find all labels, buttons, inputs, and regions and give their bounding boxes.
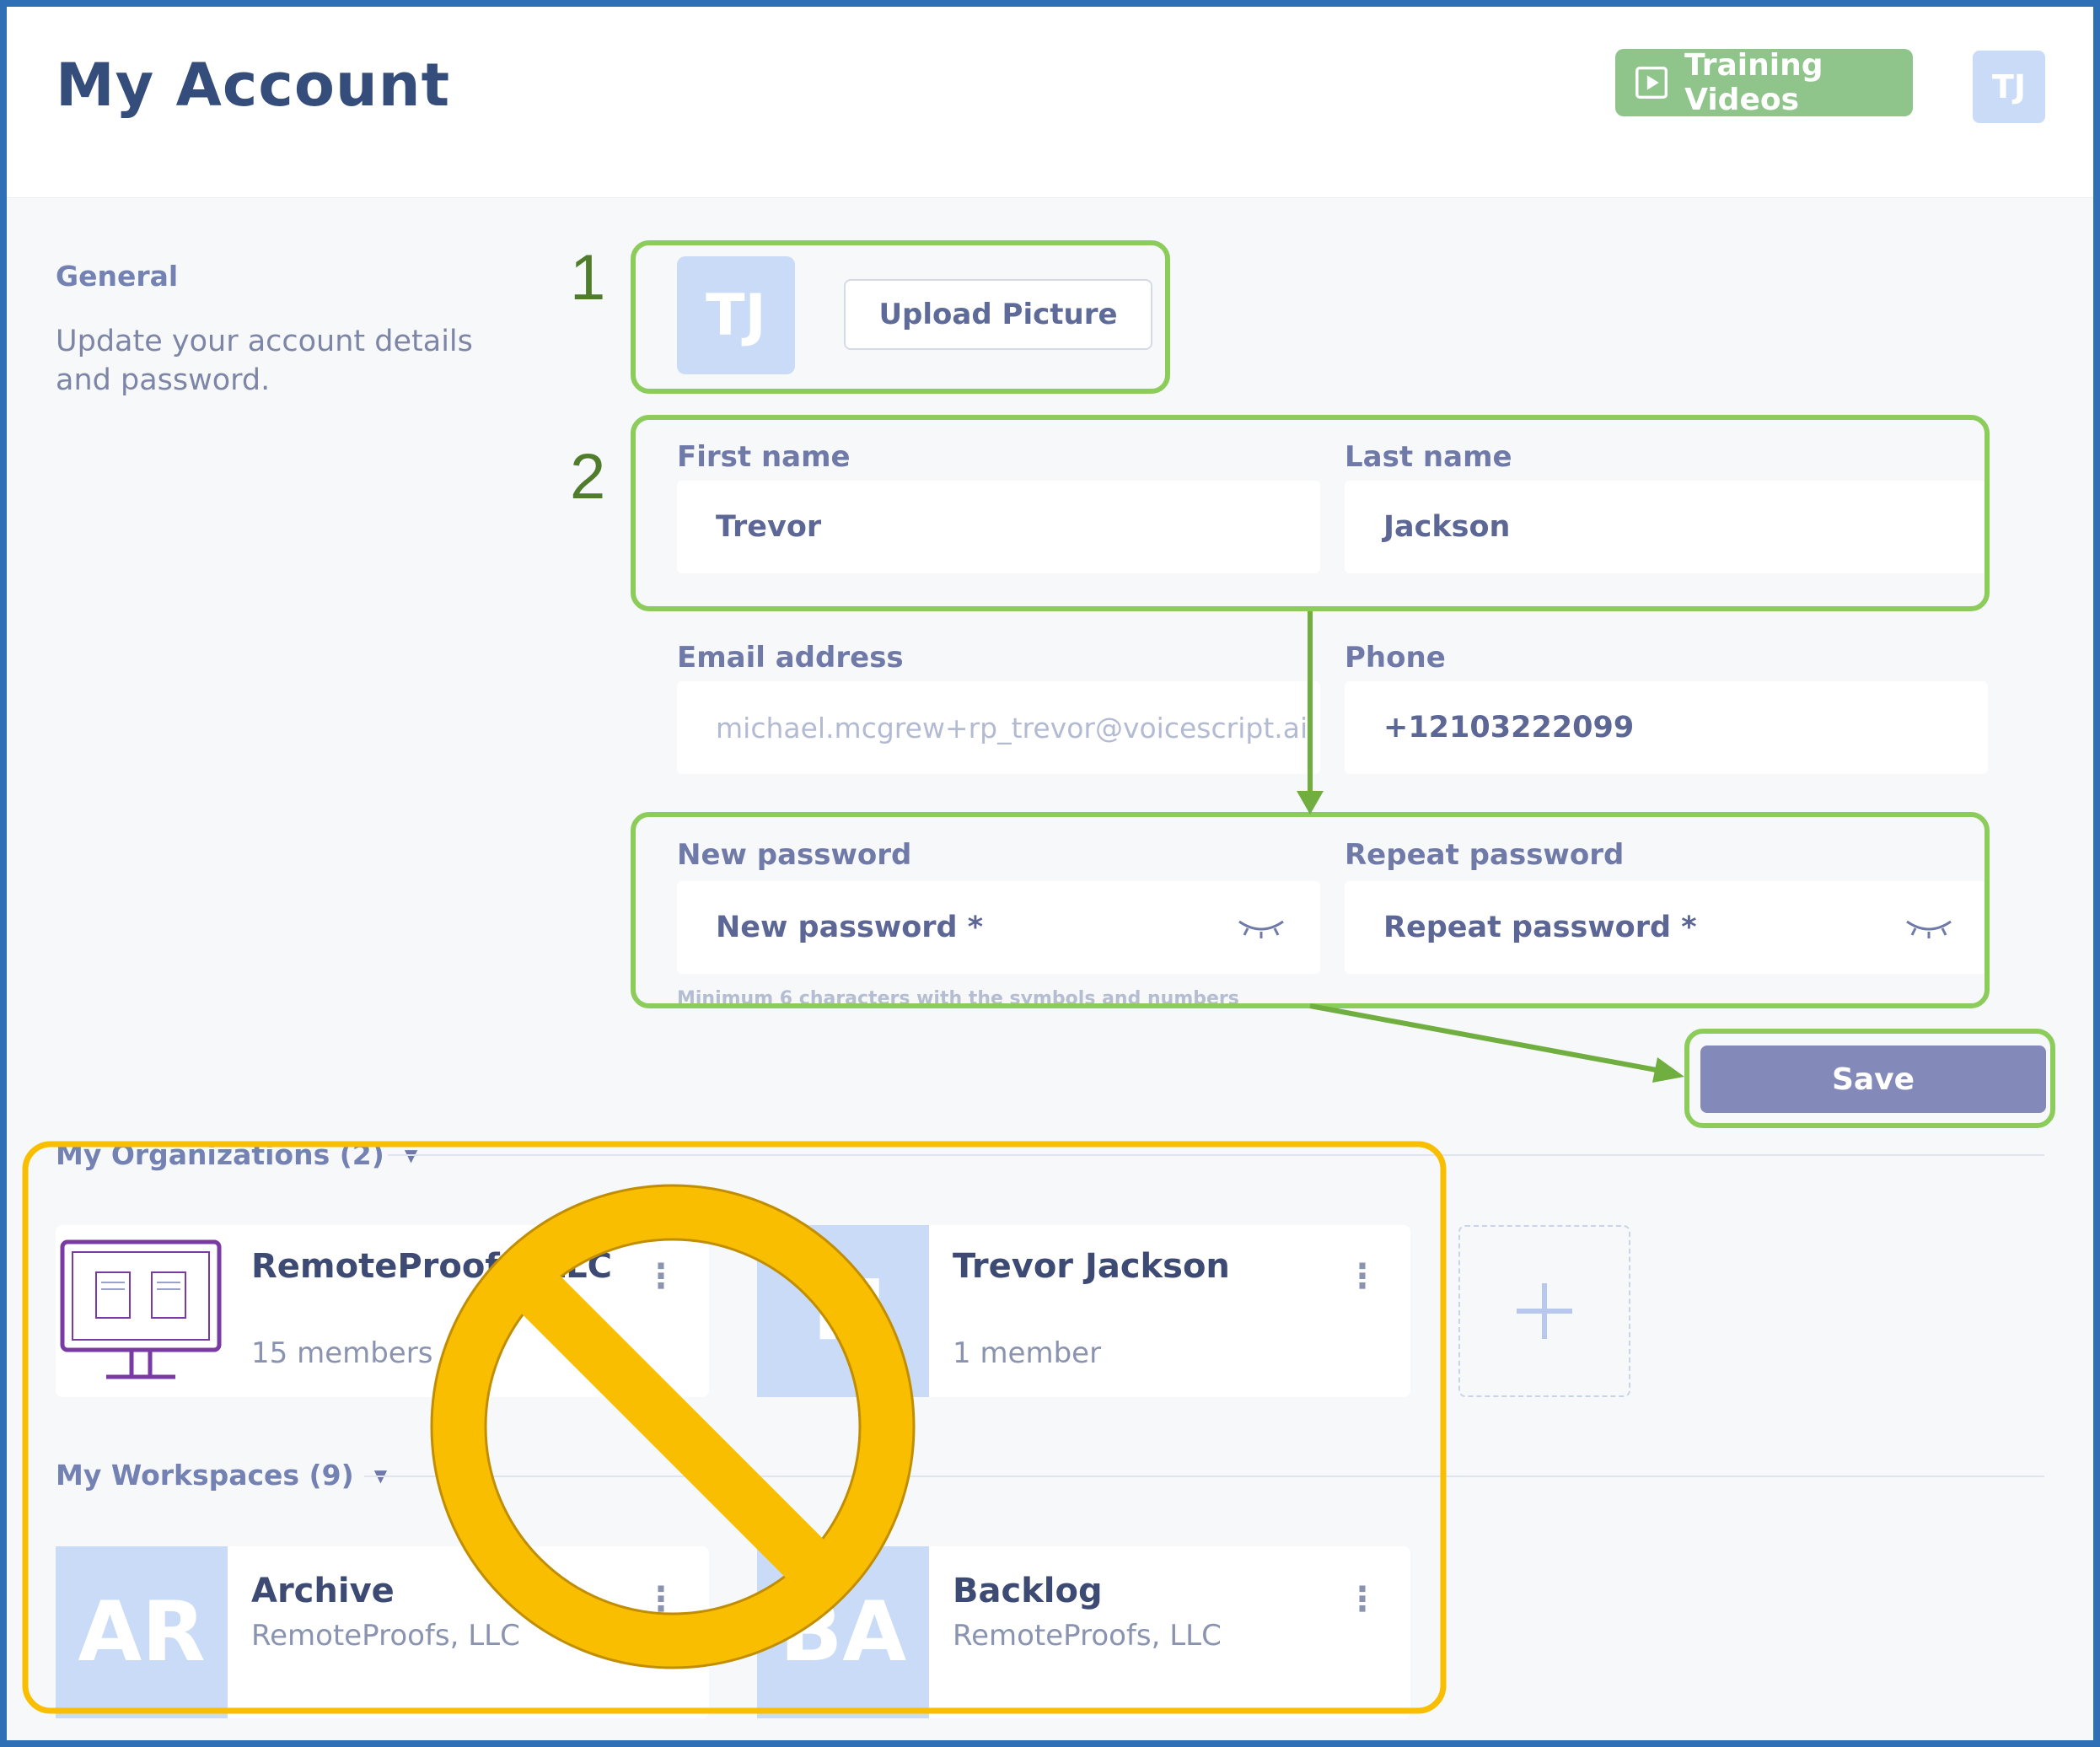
add-organization-button[interactable] (1458, 1225, 1630, 1397)
workspace-avatar: AR (56, 1546, 228, 1718)
email-label: Email address (677, 641, 904, 675)
organization-members: 15 members (251, 1336, 433, 1370)
user-avatar[interactable]: TJ (1973, 51, 2045, 123)
more-options-icon[interactable]: ⋮ (1345, 1257, 1379, 1296)
page-title: My Account (56, 51, 451, 120)
workspaces-header[interactable]: My Workspaces (9) ▼ (56, 1459, 387, 1492)
more-options-icon[interactable]: ⋮ (644, 1580, 678, 1619)
workspace-card[interactable]: AR Archive RemoteProofs, LLC ⋮ (56, 1546, 709, 1718)
more-options-icon[interactable]: ⋮ (644, 1257, 678, 1296)
training-videos-button[interactable]: Training Videos (1615, 48, 1913, 117)
organization-name: Trevor Jackson (953, 1247, 1230, 1286)
annotation-box-save (1684, 1029, 2055, 1128)
organizations-header[interactable]: My Organizations (2) ▼ (56, 1138, 417, 1171)
organization-card[interactable]: RemoteProofs, LLC 15 members ⋮ (56, 1225, 709, 1397)
organizations-divider (388, 1154, 2044, 1156)
email-input: michael.mcgrew+rp_trevor@voicescript.ai (677, 681, 1320, 774)
workspace-name: Backlog (953, 1572, 1103, 1610)
page-header: My Account Training Videos TJ (7, 7, 2093, 198)
training-videos-label: Training Videos (1684, 48, 1823, 117)
workspace-name: Archive (251, 1572, 395, 1610)
annotation-step-1: 1 (570, 242, 606, 314)
phone-input[interactable]: +12103222099 (1345, 681, 1988, 774)
workspaces-divider (364, 1476, 2044, 1477)
workspaces-title: My Workspaces (9) (56, 1459, 354, 1492)
monitor-logo-icon (60, 1239, 222, 1379)
more-options-icon[interactable]: ⋮ (1345, 1580, 1379, 1619)
workspace-organization: RemoteProofs, LLC (251, 1619, 520, 1653)
phone-label: Phone (1345, 641, 1446, 675)
play-icon (1635, 66, 1668, 99)
organization-name: RemoteProofs, LLC (251, 1247, 613, 1286)
workspace-avatar: BA (757, 1546, 929, 1718)
plus-icon (1517, 1283, 1572, 1339)
workspace-card[interactable]: BA Backlog RemoteProofs, LLC ⋮ (757, 1546, 1410, 1718)
organization-members: 1 member (953, 1336, 1102, 1370)
general-section-title: General (56, 260, 179, 293)
annotation-box-profile (631, 240, 1170, 394)
organizations-title: My Organizations (2) (56, 1138, 384, 1171)
annotation-box-name (631, 415, 1990, 611)
organization-avatar: TJ (757, 1225, 929, 1397)
annotation-step-2: 2 (570, 441, 606, 513)
organization-card[interactable]: TJ Trevor Jackson 1 member ⋮ (757, 1225, 1410, 1397)
workspace-organization: RemoteProofs, LLC (953, 1619, 1222, 1653)
general-section-description: Update your account details and password… (56, 325, 473, 397)
annotation-box-password (631, 812, 1990, 1008)
